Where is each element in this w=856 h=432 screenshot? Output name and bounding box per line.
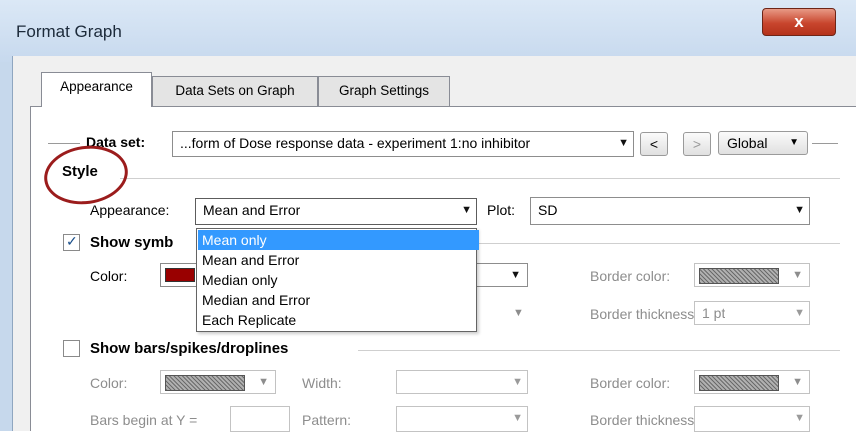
chevron-down-icon: ▼: [513, 307, 524, 319]
bars-border-thickness-select[interactable]: ▼: [694, 406, 810, 432]
data-set-select[interactable]: ...form of Dose response data - experime…: [172, 131, 634, 157]
dropdown-option-median-and-error[interactable]: Median and Error: [198, 290, 479, 310]
chevron-down-icon: ▼: [789, 137, 799, 148]
chevron-down-icon: ▼: [794, 307, 805, 319]
chevron-down-icon: ▼: [510, 269, 521, 281]
chevron-left-icon: <: [649, 136, 659, 152]
appearance-label: Appearance:: [90, 202, 170, 218]
bars-begin-label: Bars begin at Y =: [90, 412, 198, 428]
divider: [358, 350, 840, 351]
chevron-right-icon: >: [692, 136, 702, 152]
bars-pattern-select[interactable]: ▼: [396, 406, 528, 432]
chevron-down-icon: ▼: [794, 204, 805, 216]
close-button[interactable]: x: [762, 8, 836, 36]
appearance-dropdown-list: Mean only Mean and Error Median only Med…: [196, 228, 479, 332]
previous-data-set-button[interactable]: <: [640, 132, 668, 156]
dropdown-option-mean-only[interactable]: Mean only: [198, 230, 479, 250]
plot-label: Plot:: [487, 202, 516, 218]
divider: [812, 143, 838, 144]
chevron-down-icon: ▼: [512, 412, 523, 424]
data-set-value: ...form of Dose response data - experime…: [180, 135, 531, 151]
symbol-shape-select[interactable]: ▼: [476, 263, 528, 287]
window-title: Format Graph: [16, 22, 122, 41]
bars-begin-input[interactable]: [230, 406, 290, 432]
symbol-color-label: Color:: [90, 268, 128, 284]
tab-label: Graph Settings: [338, 83, 430, 98]
plot-select[interactable]: SD ▼: [530, 197, 810, 225]
checkmark-icon: ✓: [66, 233, 78, 249]
bars-border-thickness-label: Border thickness:: [590, 412, 699, 428]
chevron-down-icon: ▼: [792, 269, 803, 281]
chevron-down-icon: ▼: [618, 137, 629, 149]
symbol-border-color-picker[interactable]: ▼: [694, 263, 810, 287]
tab-label: Appearance: [60, 79, 133, 94]
color-swatch: [165, 375, 245, 391]
show-bars-checkbox[interactable]: [63, 340, 80, 357]
chevron-down-icon: ▼: [258, 376, 269, 388]
bars-border-color-label: Border color:: [590, 375, 671, 391]
bars-color-picker[interactable]: ▼: [160, 370, 276, 394]
bars-width-label: Width:: [302, 375, 342, 391]
chevron-down-icon: ▼: [792, 376, 803, 388]
show-symbols-checkbox[interactable]: ✓: [63, 233, 80, 251]
chevron-down-icon: ▼: [794, 412, 805, 424]
chevron-down-icon: ▼: [512, 376, 523, 388]
show-bars-label: Show bars/spikes/droplines: [90, 340, 289, 357]
tab-label: Data Sets on Graph: [175, 83, 295, 98]
next-data-set-button[interactable]: >: [683, 132, 711, 156]
divider: [48, 143, 80, 144]
global-button[interactable]: Global ▼: [718, 131, 808, 155]
symbol-border-thickness-select[interactable]: 1 pt ▼: [694, 301, 810, 325]
close-icon: x: [794, 12, 804, 31]
divider: [120, 178, 840, 179]
color-swatch: [699, 268, 779, 284]
bars-width-select[interactable]: ▼: [396, 370, 528, 394]
bars-pattern-label: Pattern:: [302, 412, 352, 428]
global-label: Global: [727, 135, 768, 151]
tab-appearance[interactable]: Appearance: [41, 72, 152, 107]
color-swatch: [699, 375, 779, 391]
symbol-border-color-label: Border color:: [590, 268, 671, 284]
bars-color-label: Color:: [90, 375, 128, 391]
appearance-select[interactable]: Mean and Error ▼: [195, 198, 477, 225]
border-thickness-value: 1 pt: [702, 305, 726, 321]
plot-value: SD: [538, 202, 558, 218]
dropdown-option-each-replicate[interactable]: Each Replicate: [198, 310, 479, 330]
dropdown-option-mean-and-error[interactable]: Mean and Error: [198, 250, 479, 270]
tab-data-sets-on-graph[interactable]: Data Sets on Graph: [152, 76, 318, 106]
symbol-border-thickness-label: Border thickness:: [590, 306, 699, 322]
chevron-down-icon: ▼: [461, 204, 472, 216]
dropdown-option-median-only[interactable]: Median only: [198, 270, 479, 290]
title-bar: Format Graph x: [0, 0, 856, 62]
divider: [478, 243, 840, 244]
color-swatch: [165, 268, 195, 282]
show-symbols-label: Show symb: [90, 234, 174, 251]
tab-graph-settings[interactable]: Graph Settings: [318, 76, 450, 106]
bars-border-color-picker[interactable]: ▼: [694, 370, 810, 394]
appearance-value: Mean and Error: [203, 202, 301, 218]
symbol-color-picker[interactable]: [160, 263, 198, 287]
